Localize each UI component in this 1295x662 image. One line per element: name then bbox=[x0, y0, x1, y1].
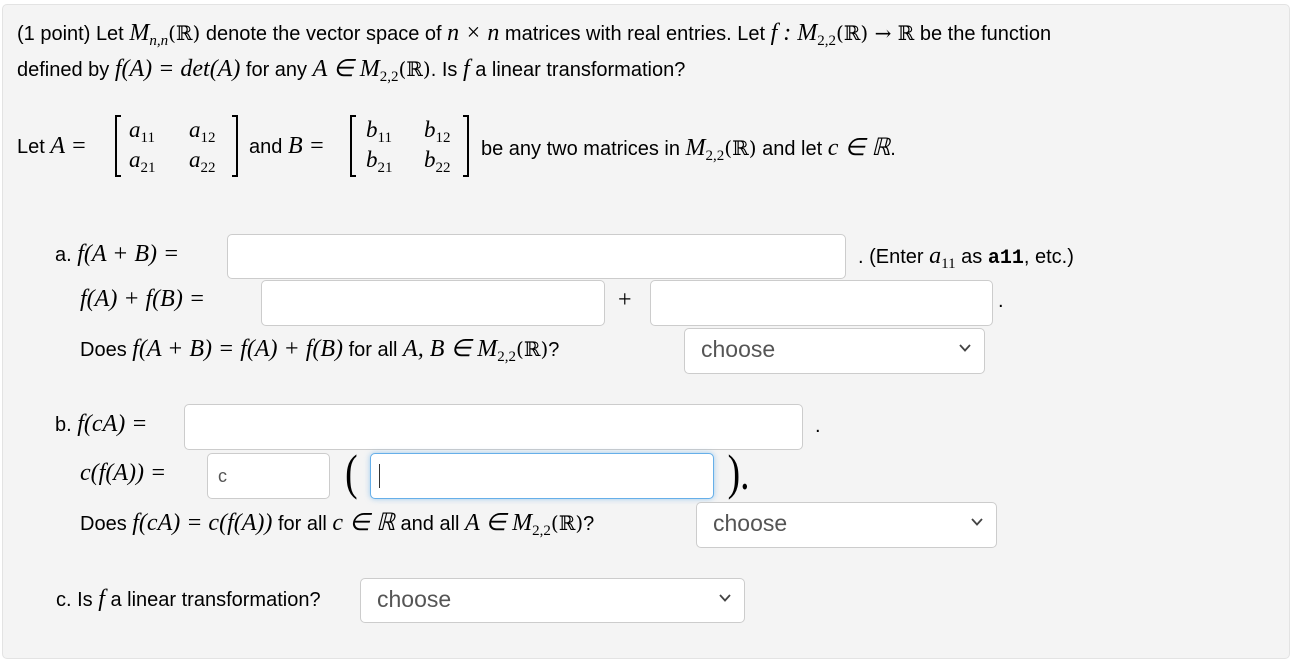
part-a-expr1: a. f(A + B) = bbox=[55, 241, 180, 267]
matrix-A: a11 a12 a21 a22 bbox=[115, 115, 240, 177]
select-value: choose bbox=[701, 336, 776, 362]
f-cA-input[interactable] bbox=[184, 404, 803, 450]
matrix-B-cell: b12 bbox=[424, 117, 451, 146]
problem-statement-line2: defined by f(A) = det(A) for any A ∈ M2,… bbox=[17, 56, 686, 85]
let-line-tail: be any two matrices in M2,2(ℝ) and let c… bbox=[481, 135, 896, 164]
homogeneity-select[interactable]: choose bbox=[696, 502, 997, 548]
math-f-map: f : M2,2 bbox=[770, 20, 836, 49]
matrix-A-cell: a11 bbox=[129, 117, 155, 146]
part-c-question: c. Is f a linear transformation? bbox=[56, 586, 321, 612]
matrix-B-cell: b11 bbox=[366, 117, 392, 146]
matrix-A-cell: a12 bbox=[189, 117, 216, 146]
part-b-question: Does f(cA) = c(f(A)) for all c ∈ ℝ and a… bbox=[80, 510, 595, 539]
f-A-input[interactable] bbox=[261, 280, 605, 326]
part-b-expr2: c(f(A)) = bbox=[80, 460, 167, 486]
additivity-select[interactable]: choose bbox=[684, 328, 985, 374]
part-b-expr1: b. f(cA) = bbox=[55, 411, 148, 437]
math-M-nn: Mn,n bbox=[129, 20, 169, 49]
right-bracket bbox=[232, 115, 238, 177]
problem-statement-line1: (1 point) Let Mn,n(ℝ) denote the vector … bbox=[17, 20, 1052, 49]
f-A-inner-input[interactable] bbox=[370, 453, 714, 499]
select-value: choose bbox=[377, 586, 452, 612]
period: . bbox=[815, 415, 821, 437]
chevron-down-icon bbox=[959, 344, 971, 352]
chevron-down-icon bbox=[719, 594, 731, 602]
part-a-hint: . (Enter a11 as a11, etc.) bbox=[858, 243, 1074, 272]
open-paren: ( bbox=[345, 444, 358, 500]
linear-transformation-select[interactable]: choose bbox=[360, 578, 745, 623]
f-B-input[interactable] bbox=[650, 280, 993, 326]
f-A-plus-B-input[interactable] bbox=[227, 234, 846, 279]
matrix-A-cell: a22 bbox=[189, 147, 216, 176]
plus-sign: + bbox=[618, 287, 632, 313]
points-label: (1 point) bbox=[17, 23, 91, 45]
matrix-B-cell: b22 bbox=[424, 147, 451, 176]
select-value: choose bbox=[713, 510, 788, 536]
part-a-question: Does f(A + B) = f(A) + f(B) for all A, B… bbox=[80, 336, 560, 365]
let-B-label: and B = bbox=[249, 133, 325, 159]
part-a-expr2: f(A) + f(B) = bbox=[80, 286, 206, 312]
matrix-B-cell: b21 bbox=[366, 147, 393, 176]
scalar-c-input[interactable] bbox=[207, 453, 330, 499]
period: . bbox=[998, 290, 1004, 312]
text-cursor bbox=[379, 464, 380, 488]
math-f-det: f(A) = det(A) bbox=[114, 56, 241, 82]
left-bracket bbox=[350, 115, 356, 177]
let-A-label: Let A = bbox=[17, 133, 87, 159]
problem-panel bbox=[2, 4, 1290, 659]
left-bracket bbox=[115, 115, 121, 177]
matrix-A-cell: a21 bbox=[129, 147, 156, 176]
close-paren: ). bbox=[727, 444, 750, 500]
right-bracket bbox=[463, 115, 469, 177]
matrix-B: b11 b12 b21 b22 bbox=[350, 115, 475, 177]
chevron-down-icon bbox=[971, 518, 983, 526]
